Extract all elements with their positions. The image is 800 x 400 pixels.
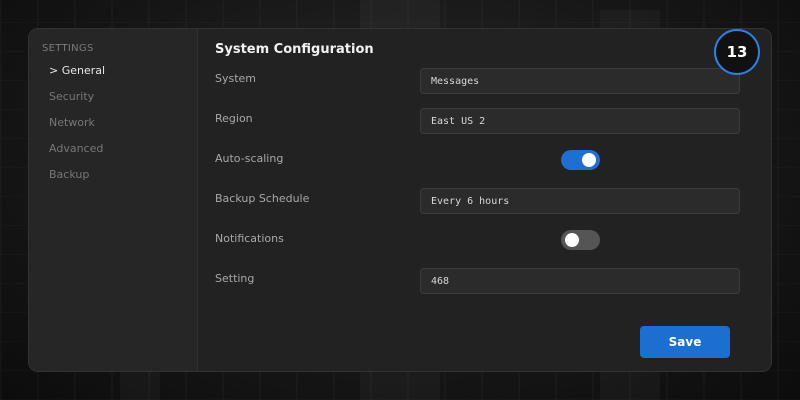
page-title: System Configuration [215,42,374,57]
notifications-toggle[interactable] [561,230,600,250]
settings-panel: SETTINGS > General Security Network Adva… [28,28,772,372]
toggle-knob [582,153,596,167]
settings-content: System Configuration System Region Auto-… [198,29,771,371]
sidebar-item-security[interactable]: Security [29,84,197,110]
system-input[interactable] [420,68,740,94]
auto-scaling-label: Auto-scaling [215,152,284,165]
settings-sidebar: SETTINGS > General Security Network Adva… [29,29,198,371]
notification-count-badge: 13 [714,29,760,75]
setting-label: Setting [215,272,255,285]
backup-schedule-label: Backup Schedule [215,192,310,205]
backup-schedule-input[interactable] [420,188,740,214]
auto-scaling-toggle[interactable] [561,150,600,170]
sidebar-heading: SETTINGS [42,43,94,54]
sidebar-item-general[interactable]: > General [29,58,197,84]
setting-input[interactable] [420,268,740,294]
sidebar-item-backup[interactable]: Backup [29,162,197,188]
save-button[interactable]: Save [640,326,730,358]
sidebar-item-advanced[interactable]: Advanced [29,136,197,162]
toggle-knob [565,233,579,247]
system-label: System [215,72,257,85]
notifications-label: Notifications [215,232,284,245]
region-input[interactable] [420,108,740,134]
sidebar-item-network[interactable]: Network [29,110,197,136]
region-label: Region [215,112,253,125]
